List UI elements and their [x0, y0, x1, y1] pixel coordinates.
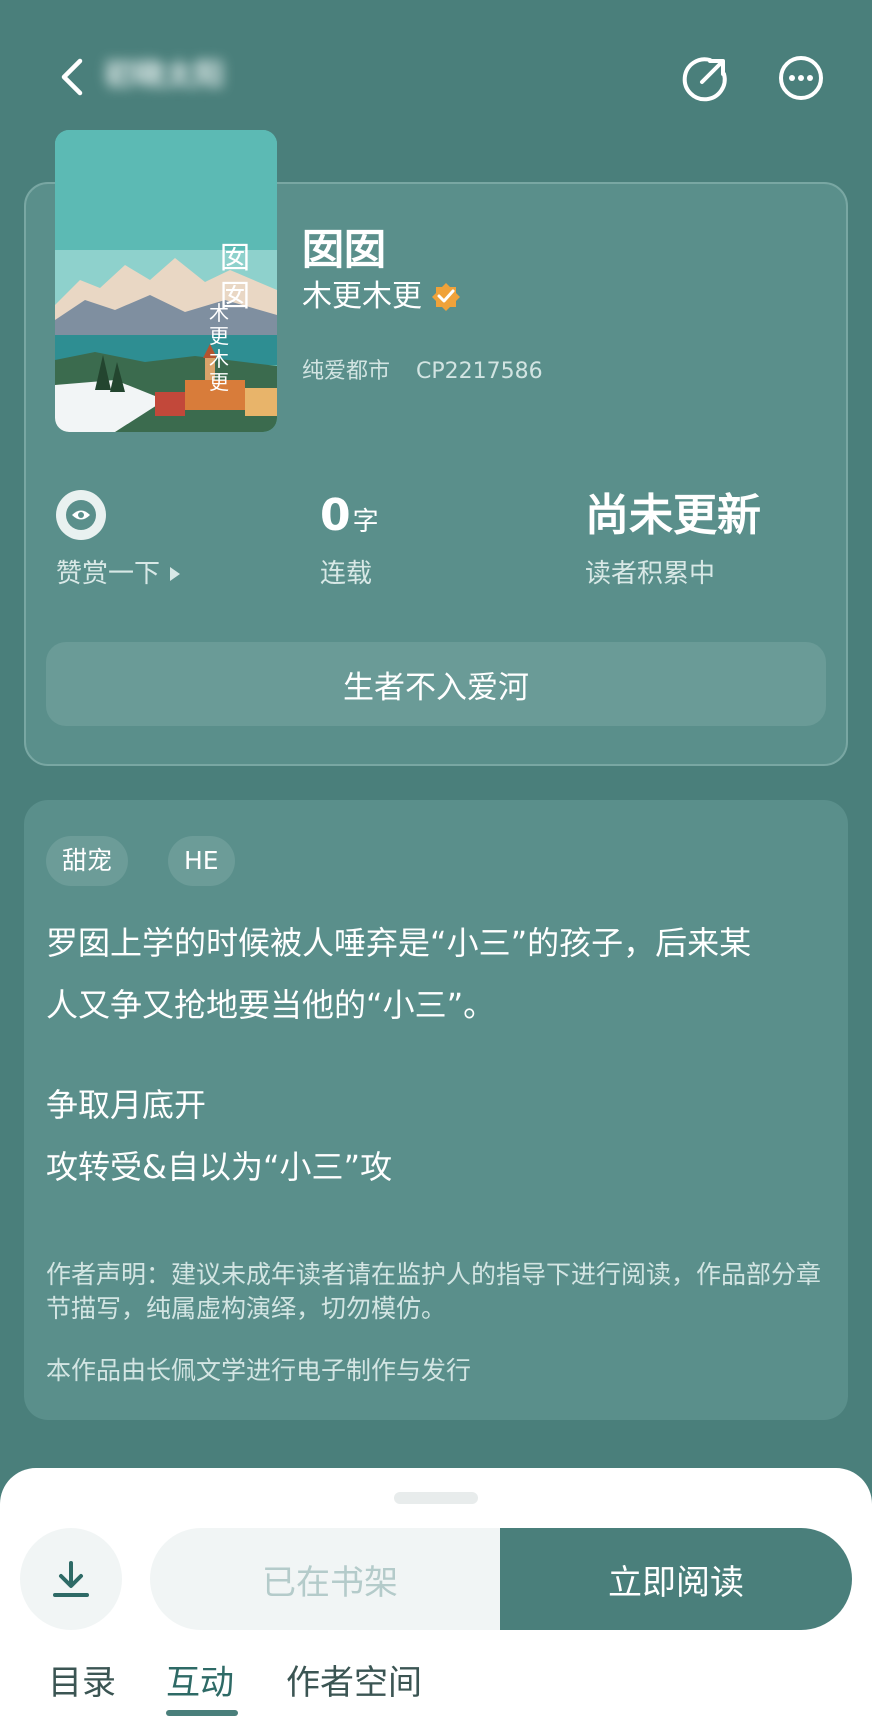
description-line: 人又争又抢地要当他的“小三”。 — [46, 986, 496, 1024]
tag-he[interactable]: HE — [168, 836, 235, 886]
page-title-blurred: 初晓太阳 — [104, 58, 224, 93]
book-description: 罗囡上学的时候被人唾弃是“小三”的孩子，后来某 人又争又抢地要当他的“小三”。 … — [46, 912, 826, 1198]
download-icon — [53, 1561, 89, 1597]
on-shelf-button[interactable]: 已在书架 — [150, 1528, 510, 1630]
tab-toc[interactable]: 目录 — [48, 1660, 116, 1706]
book-cp-id: CP2217586 — [416, 359, 543, 384]
tab-interact[interactable]: 互动 — [166, 1660, 234, 1706]
share-icon — [682, 57, 727, 102]
description-line: 争取月底开 — [46, 1086, 207, 1124]
author-disclaimer: 作者声明：建议未成年读者请在监护人的指导下进行阅读，作品部分章节描写，纯属虚构演… — [46, 1260, 822, 1323]
publisher-note: 本作品由长佩文学进行电子制作与发行 — [46, 1356, 472, 1385]
update-status: 尚未更新 — [585, 490, 761, 541]
read-now-button[interactable]: 立即阅读 — [500, 1528, 852, 1630]
chevron-left-icon — [61, 58, 83, 96]
reward-label-text: 赞赏一下 — [56, 559, 161, 589]
triangle-right-icon — [170, 567, 181, 581]
tab-author-space[interactable]: 作者空间 — [286, 1660, 422, 1706]
share-button[interactable] — [680, 52, 732, 104]
active-tab-indicator — [166, 1710, 238, 1716]
word-count-value: 0 — [320, 490, 351, 541]
sheet-handle[interactable] — [394, 1492, 478, 1504]
back-button[interactable] — [48, 52, 98, 102]
download-button[interactable] — [20, 1528, 122, 1630]
author-name: 木更木更 — [302, 279, 422, 314]
serial-status-label: 连载 — [320, 559, 373, 589]
book-author[interactable]: 木更木更 — [302, 276, 464, 318]
reward-button[interactable] — [56, 490, 106, 540]
more-button[interactable] — [775, 52, 827, 104]
word-count-unit: 字 — [352, 507, 379, 537]
verified-badge-icon — [432, 283, 460, 311]
book-cover[interactable]: 囡囡 木更木更 — [55, 130, 277, 432]
reward-icon — [66, 500, 96, 530]
word-count: 0 字 — [320, 488, 379, 550]
cover-author-text: 木更木更 — [209, 301, 229, 394]
description-line: 罗囡上学的时候被人唾弃是“小三”的孩子，后来某 — [46, 924, 752, 962]
reward-link[interactable]: 赞赏一下 — [56, 556, 182, 592]
book-meta: 纯爱都市 CP2217586 — [302, 356, 543, 388]
slogan-button[interactable]: 生者不入爱河 — [46, 642, 826, 726]
book-category[interactable]: 纯爱都市 — [302, 356, 390, 388]
description-line: 攻转受&自以为“小三”攻 — [46, 1148, 393, 1186]
update-substatus: 读者积累中 — [585, 559, 716, 589]
more-icon — [779, 56, 823, 100]
tag-sweet[interactable]: 甜宠 — [46, 836, 129, 886]
book-title: 囡囡 — [302, 225, 387, 274]
